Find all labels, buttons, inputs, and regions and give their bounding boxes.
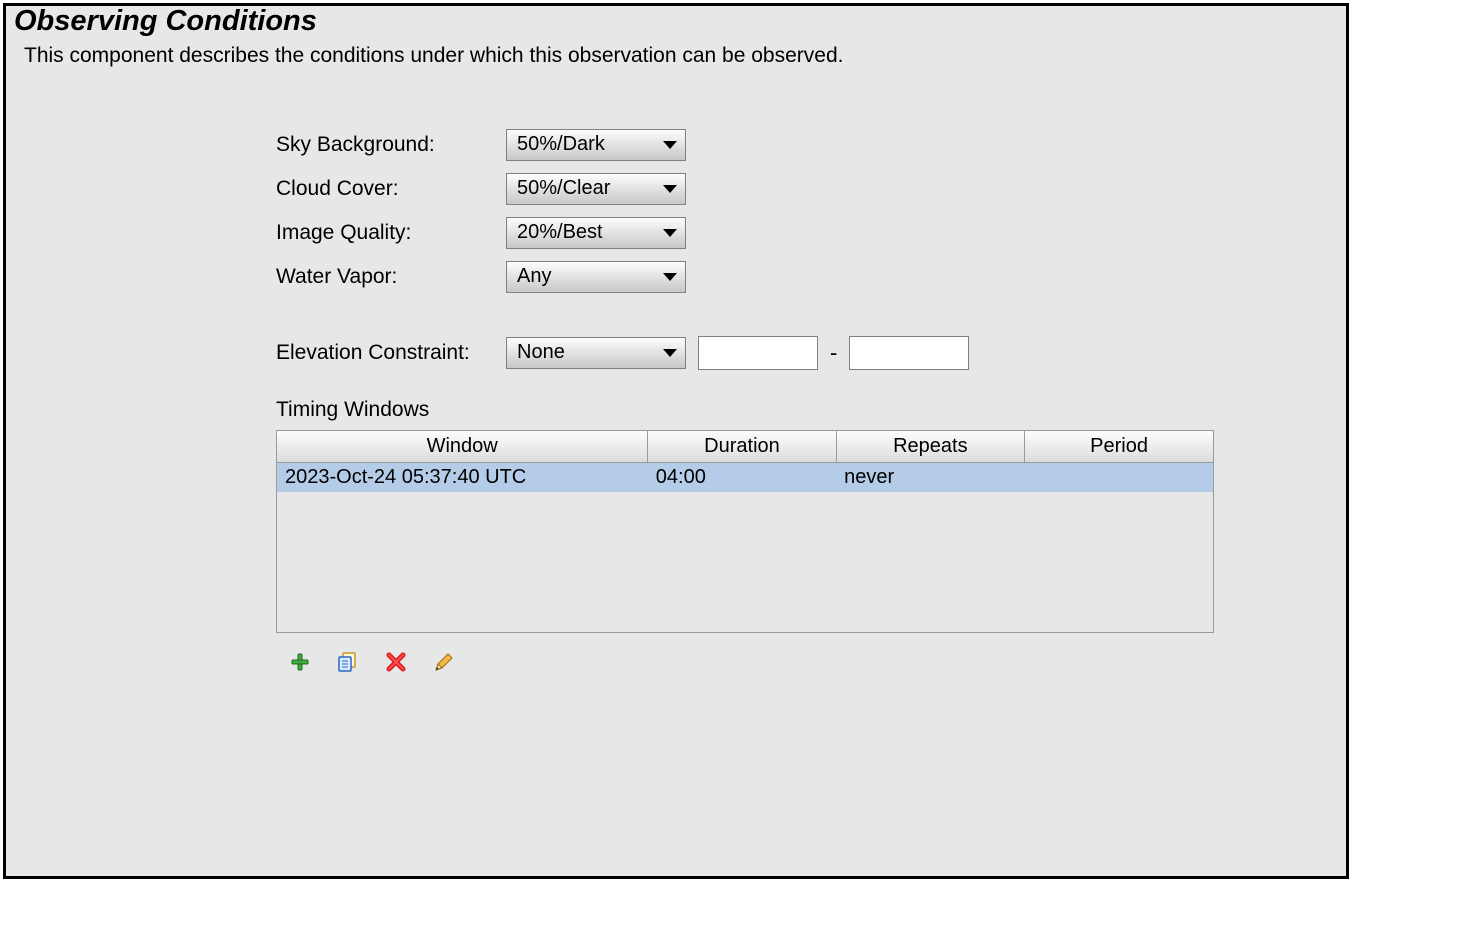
table-row[interactable]: 2023-Oct-24 05:37:40 UTC 04:00 never [277, 462, 1213, 492]
chevron-down-icon [663, 141, 677, 149]
cloud-cover-dropdown[interactable]: 50%/Clear [506, 173, 686, 205]
cell-window: 2023-Oct-24 05:37:40 UTC [277, 462, 648, 492]
plus-icon [290, 652, 310, 677]
col-header-repeats[interactable]: Repeats [836, 431, 1024, 463]
conditions-form: Sky Background: 50%/Dark Cloud Cover: 50… [276, 128, 1346, 677]
elevation-constraint-label: Elevation Constraint: [276, 341, 506, 365]
water-vapor-dropdown[interactable]: Any [506, 261, 686, 293]
copy-icon [337, 651, 359, 678]
elevation-constraint-value: None [517, 341, 565, 364]
add-button[interactable] [288, 653, 312, 677]
timing-windows-toolbar [288, 653, 1346, 677]
water-vapor-label: Water Vapor: [276, 265, 506, 289]
cell-period [1025, 462, 1213, 492]
chevron-down-icon [663, 349, 677, 357]
sky-background-label: Sky Background: [276, 133, 506, 157]
chevron-down-icon [663, 273, 677, 281]
elevation-min-input[interactable] [698, 336, 818, 370]
image-quality-label: Image Quality: [276, 221, 506, 245]
col-header-period[interactable]: Period [1025, 431, 1213, 463]
water-vapor-value: Any [517, 265, 551, 288]
cloud-cover-value: 50%/Clear [517, 177, 610, 200]
pencil-icon [433, 651, 455, 678]
edit-button[interactable] [432, 653, 456, 677]
chevron-down-icon [663, 229, 677, 237]
range-separator: - [830, 340, 837, 366]
image-quality-value: 20%/Best [517, 221, 603, 244]
col-header-window[interactable]: Window [277, 431, 648, 463]
elevation-constraint-dropdown[interactable]: None [506, 337, 686, 369]
timing-windows-table: Window Duration Repeats Period 2023-Oct-… [276, 430, 1214, 633]
chevron-down-icon [663, 185, 677, 193]
copy-button[interactable] [336, 653, 360, 677]
cloud-cover-label: Cloud Cover: [276, 177, 506, 201]
timing-windows-label: Timing Windows [276, 398, 1346, 422]
page-title: Observing Conditions [14, 6, 1346, 38]
cell-repeats: never [836, 462, 1024, 492]
x-icon [386, 652, 406, 677]
sky-background-dropdown[interactable]: 50%/Dark [506, 129, 686, 161]
observing-conditions-panel: Observing Conditions This component desc… [3, 3, 1349, 879]
elevation-max-input[interactable] [849, 336, 969, 370]
table-empty-space [277, 492, 1213, 632]
image-quality-dropdown[interactable]: 20%/Best [506, 217, 686, 249]
page-description: This component describes the conditions … [24, 44, 1346, 98]
sky-background-value: 50%/Dark [517, 133, 605, 156]
cell-duration: 04:00 [648, 462, 836, 492]
delete-button[interactable] [384, 653, 408, 677]
col-header-duration[interactable]: Duration [648, 431, 836, 463]
table-header-row: Window Duration Repeats Period [277, 431, 1213, 463]
